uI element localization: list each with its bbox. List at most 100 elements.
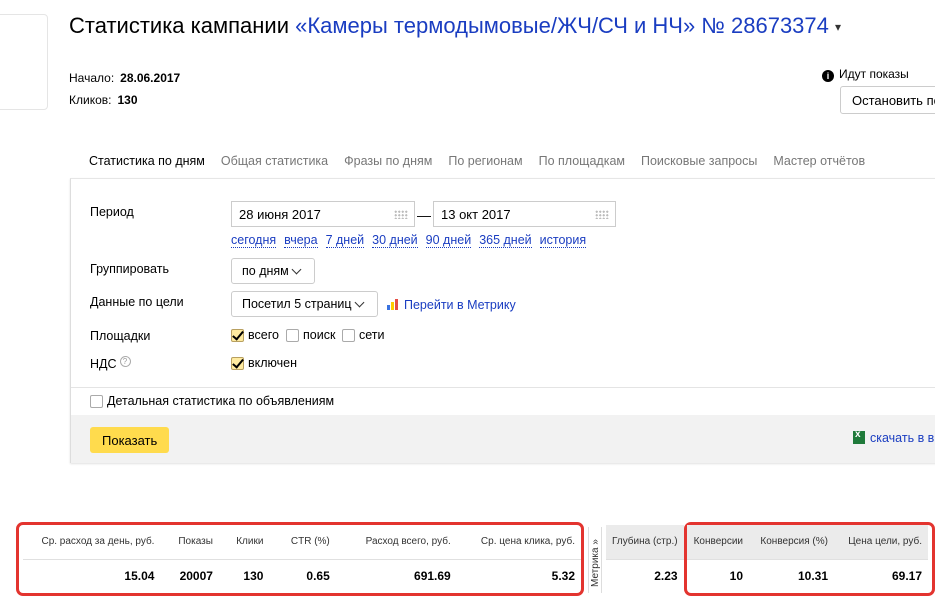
campaign-name-link[interactable]: «Камеры термодымовые/ЖЧ/СЧ и НЧ» № 28673… bbox=[295, 13, 829, 38]
date-from-input[interactable]: 28 июня 2017 bbox=[231, 201, 415, 227]
stat-value: 0.65 bbox=[269, 558, 336, 593]
start-value: 28.06.2017 bbox=[120, 71, 181, 85]
col-header: Ср. расход за день, руб. bbox=[41, 536, 155, 548]
col-header: Показы bbox=[178, 536, 213, 548]
platform-search-label: поиск bbox=[303, 328, 336, 342]
col-header: Цена цели, руб. bbox=[834, 525, 928, 559]
quick-period-links: сегодня вчера 7 дней 30 дней 90 дней 365… bbox=[231, 234, 587, 248]
col-header: CTR (%) bbox=[290, 536, 330, 548]
highlight-box-left: Ср. расход за день, руб. Показы Клики CT… bbox=[16, 522, 584, 596]
quick-link-90-days[interactable]: 90 дней bbox=[425, 234, 472, 248]
stat-value: 10 bbox=[687, 558, 749, 593]
tab-by-platforms[interactable]: По площадкам bbox=[539, 154, 625, 180]
stats-left-table: Ср. расход за день, руб. Показы Клики CT… bbox=[23, 525, 581, 593]
vat-checkbox[interactable]: включен bbox=[231, 356, 297, 370]
goal-select[interactable]: Посетил 5 страниц bbox=[231, 291, 378, 317]
col-header: Конверсия (%) bbox=[749, 525, 834, 559]
chevron-down-icon bbox=[291, 264, 302, 275]
stats-right-table: Конверсии Конверсия (%) Цена цели, руб. … bbox=[687, 525, 928, 593]
title-prefix: Статистика кампании bbox=[69, 13, 289, 38]
period-label: Период bbox=[90, 205, 134, 219]
highlight-box-right: Конверсии Конверсия (%) Цена цели, руб. … bbox=[684, 522, 935, 596]
group-by-value: по дням bbox=[242, 264, 289, 278]
platform-networks-label: сети bbox=[359, 328, 385, 342]
calendar-icon[interactable] bbox=[595, 210, 609, 219]
page-title: Статистика кампании «Камеры термодымовые… bbox=[69, 13, 841, 39]
panel-footer: Показать скачать в в bbox=[71, 415, 935, 463]
checkbox-unchecked[interactable] bbox=[286, 328, 299, 342]
download-link[interactable]: скачать в в bbox=[853, 429, 935, 445]
checkbox-unchecked[interactable] bbox=[342, 328, 355, 342]
chevron-down-icon bbox=[354, 297, 364, 308]
info-icon: i bbox=[822, 70, 834, 82]
group-label: Группировать bbox=[90, 262, 169, 276]
calendar-icon[interactable] bbox=[394, 210, 408, 219]
col-header: Клики bbox=[236, 536, 264, 548]
quick-link-365-days[interactable]: 365 дней bbox=[479, 234, 532, 248]
checkbox-checked[interactable] bbox=[231, 356, 244, 370]
tab-search-queries[interactable]: Поисковые запросы bbox=[641, 154, 757, 180]
clicks-value: 130 bbox=[117, 93, 138, 107]
tab-by-regions[interactable]: По регионам bbox=[448, 154, 522, 180]
excel-icon bbox=[853, 429, 865, 444]
clicks-label: Кликов: bbox=[69, 93, 112, 107]
vat-label-row: НДС? bbox=[90, 356, 131, 371]
stat-value: 15.04 bbox=[23, 558, 161, 593]
tab-stats-by-day[interactable]: Статистика по дням bbox=[89, 154, 205, 180]
stat-value: 691.69 bbox=[335, 558, 457, 593]
vat-label: НДС bbox=[90, 357, 117, 371]
stat-value: 2.23 bbox=[606, 558, 684, 593]
vat-option-label: включен bbox=[248, 356, 298, 370]
stat-value: 69.17 bbox=[834, 558, 928, 593]
start-date-info: Начало: 28.06.2017 bbox=[69, 71, 180, 85]
quick-link-history[interactable]: история bbox=[539, 234, 587, 248]
checkbox-unchecked[interactable] bbox=[90, 394, 103, 408]
quick-link-today[interactable]: сегодня bbox=[231, 234, 277, 248]
date-to-input[interactable]: 13 окт 2017 bbox=[433, 201, 616, 227]
stat-value: 5.32 bbox=[456, 558, 581, 593]
col-header: Расход всего, руб. bbox=[365, 536, 451, 548]
campaign-dropdown-caret-icon[interactable]: ▾ bbox=[835, 20, 841, 34]
quick-link-30-days[interactable]: 30 дней bbox=[372, 234, 418, 248]
date-to-value: 13 окт 2017 bbox=[441, 207, 511, 222]
stat-value: 20007 bbox=[160, 558, 219, 593]
tab-report-wizard[interactable]: Мастер отчётов bbox=[773, 154, 865, 180]
stat-value: 10.31 bbox=[749, 558, 834, 593]
date-from-value: 28 июня 2017 bbox=[239, 207, 321, 222]
platform-networks-checkbox[interactable]: сети bbox=[342, 328, 385, 342]
campaign-status: i Идут показы bbox=[822, 67, 909, 82]
checkbox-checked[interactable] bbox=[231, 328, 244, 342]
tab-phrases-by-day[interactable]: Фразы по дням bbox=[344, 154, 432, 180]
metrika-icon bbox=[387, 299, 399, 310]
quick-link-7-days[interactable]: 7 дней bbox=[325, 234, 365, 248]
stop-campaign-button[interactable]: Остановить по bbox=[840, 86, 935, 114]
detailed-stats-label: Детальная статистика по объявлениям bbox=[107, 394, 335, 408]
platform-all-checkbox[interactable]: всего bbox=[231, 328, 279, 342]
group-by-select[interactable]: по дням bbox=[231, 258, 315, 284]
goal-value: Посетил 5 страниц bbox=[242, 297, 352, 311]
platform-all-label: всего bbox=[248, 328, 279, 342]
stats-depth-table: Глубина (стр.) 2.23 bbox=[606, 525, 684, 593]
goal-label: Данные по цели bbox=[90, 295, 184, 309]
metrika-link-text: Перейти в Метрику bbox=[404, 298, 516, 312]
col-header: Конверсии bbox=[687, 525, 749, 559]
col-header: Глубина (стр.) bbox=[606, 525, 684, 559]
download-link-text: скачать в в bbox=[870, 431, 935, 445]
detailed-stats-checkbox[interactable]: Детальная статистика по объявлениям bbox=[90, 394, 334, 408]
divider bbox=[71, 387, 935, 388]
tab-general-stats[interactable]: Общая статистика bbox=[221, 154, 328, 180]
start-label: Начало: bbox=[69, 71, 115, 85]
quick-link-yesterday[interactable]: вчера bbox=[284, 234, 318, 248]
show-button[interactable]: Показать bbox=[90, 427, 170, 453]
filter-panel: Период 28 июня 2017 — 13 окт 2017 сегодн… bbox=[70, 178, 935, 463]
platform-search-checkbox[interactable]: поиск bbox=[286, 328, 335, 342]
stat-value: 130 bbox=[218, 558, 270, 593]
metrika-toggle-label: Метрика » bbox=[590, 539, 601, 587]
shows-status-text: Идут показы bbox=[839, 67, 909, 81]
help-icon[interactable]: ? bbox=[119, 356, 131, 367]
platforms-label: Площадки bbox=[90, 329, 151, 343]
metrika-link[interactable]: Перейти в Метрику bbox=[387, 298, 516, 312]
col-header: Ср. цена клика, руб. bbox=[480, 536, 575, 548]
date-range-dash: — bbox=[417, 207, 431, 223]
metrika-toggle[interactable]: Метрика » bbox=[588, 527, 602, 593]
